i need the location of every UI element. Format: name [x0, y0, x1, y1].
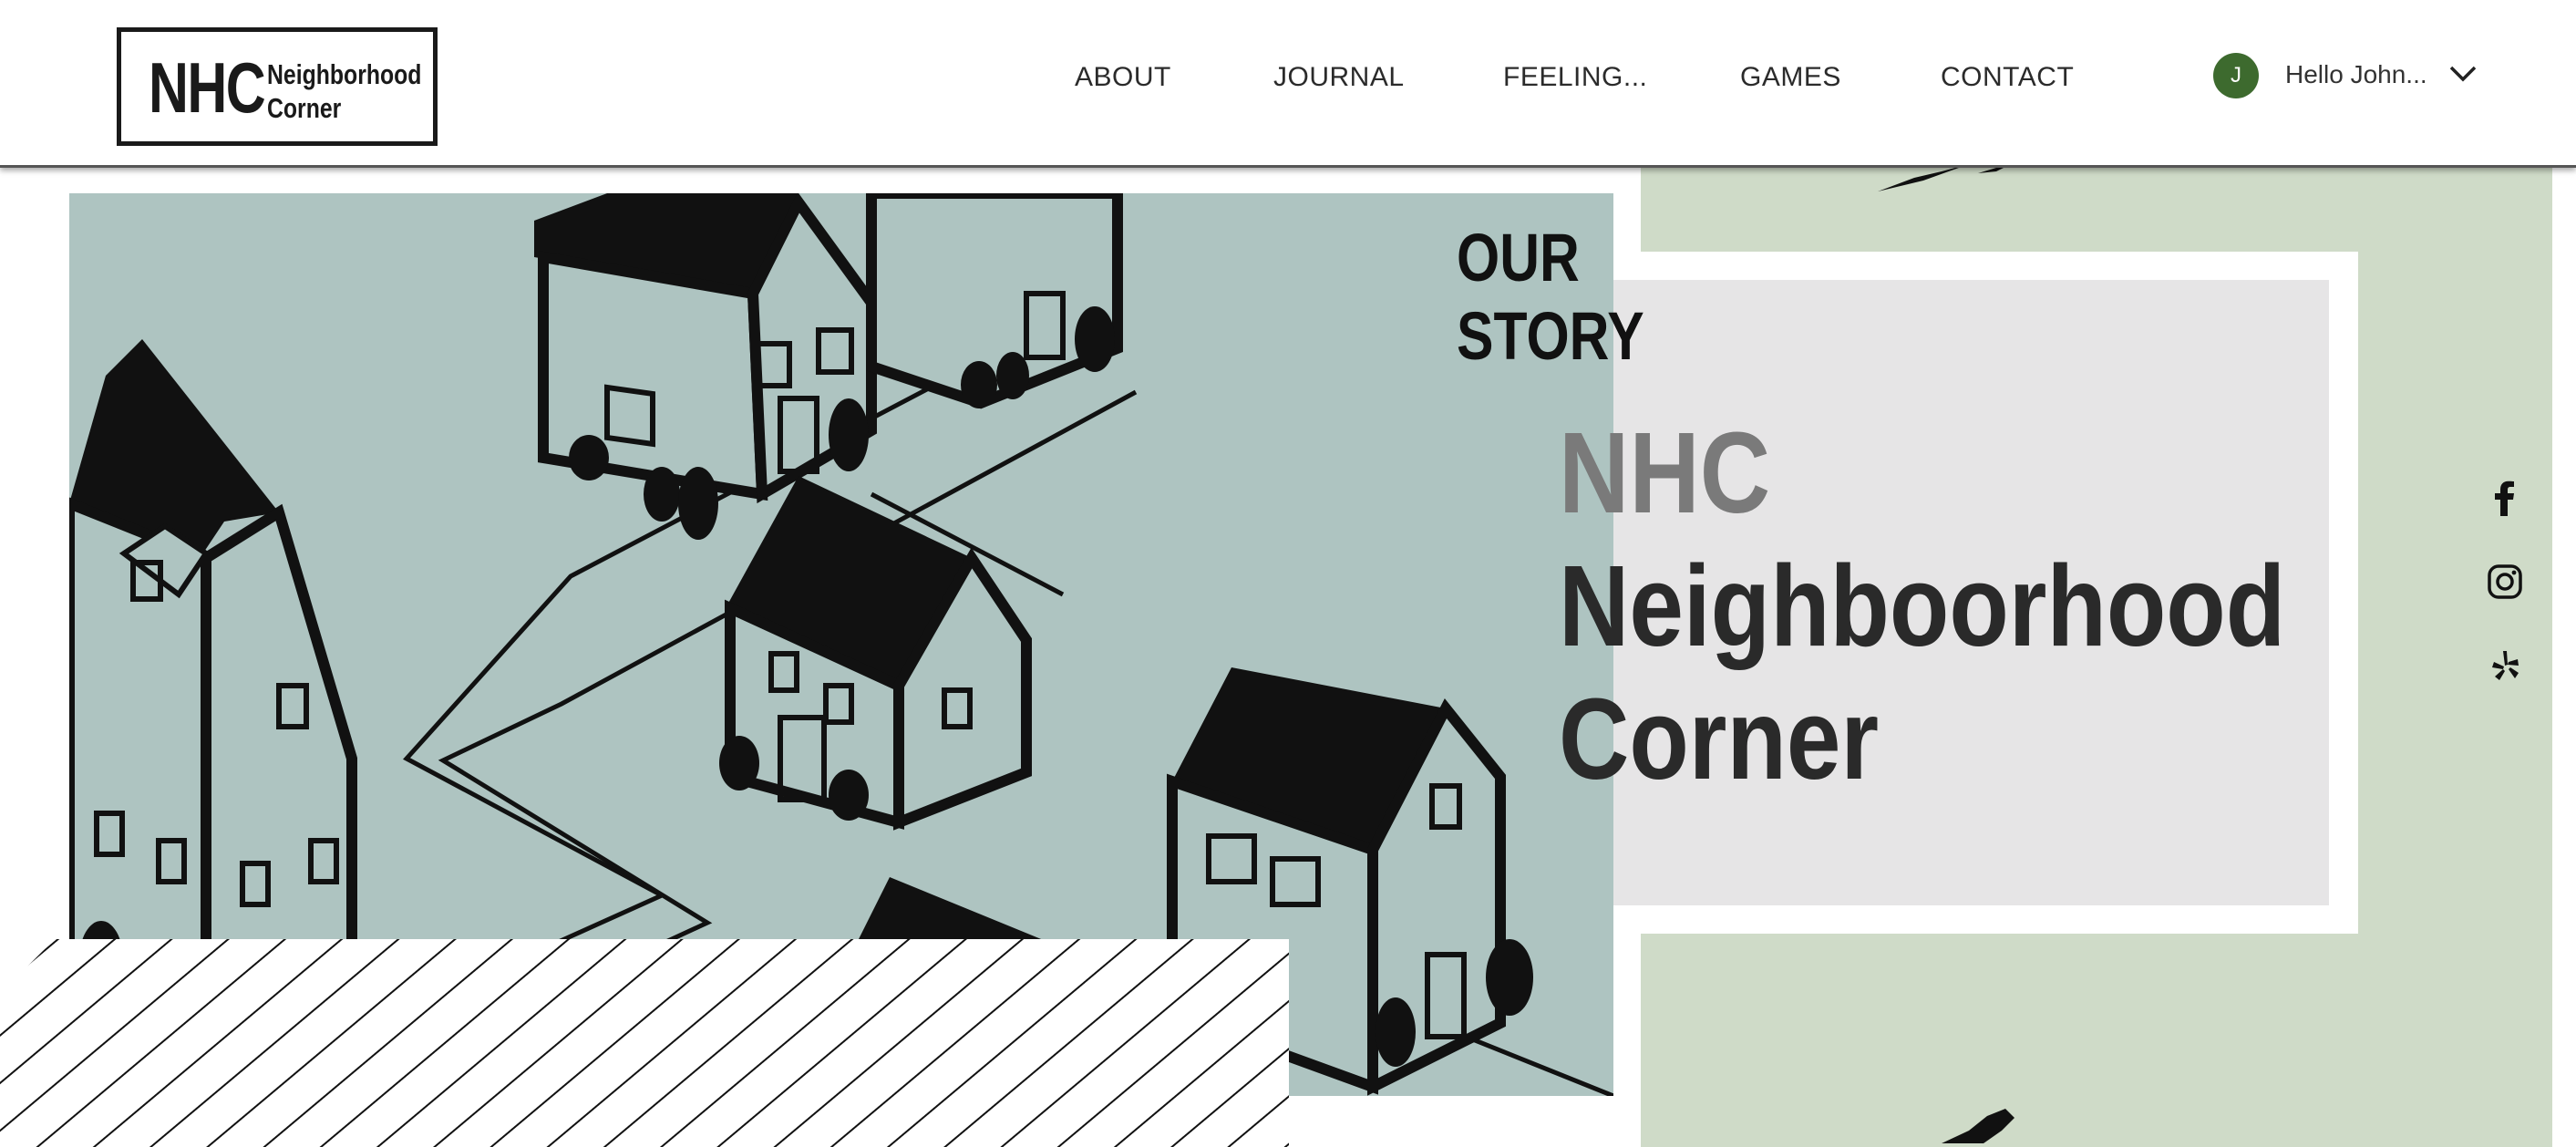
logo-line1: Neighborhood [267, 58, 422, 90]
hero-title-abbr: NHC [1559, 408, 1771, 537]
logo-text: Neighborhood Corner [267, 57, 421, 125]
decorative-brush-marks-bottom [1942, 1109, 2014, 1143]
chevron-down-icon[interactable] [2448, 60, 2478, 86]
instagram-icon[interactable] [2487, 563, 2523, 600]
hatch-pattern [0, 939, 1289, 1147]
nav-feeling[interactable]: FEELING... [1503, 62, 1647, 93]
nav-journal[interactable]: JOURNAL [1273, 62, 1405, 93]
section-label-line2: STORY [1457, 298, 1644, 374]
page: OUR STORY NHC Neighboorhood Corner NHC N… [0, 0, 2576, 1147]
site-logo[interactable]: NHC Neighborhood Corner [117, 27, 438, 146]
site-header: NHC Neighborhood Corner ABOUT JOURNAL FE… [0, 0, 2576, 168]
section-label-line1: OUR [1457, 220, 1580, 295]
logo-line2: Corner [267, 92, 342, 124]
nav-about[interactable]: ABOUT [1075, 62, 1171, 93]
hero-title-line2: Corner [1559, 675, 1880, 803]
user-avatar[interactable]: J [2213, 53, 2259, 98]
nav-contact[interactable]: CONTACT [1941, 62, 2074, 93]
yelp-icon[interactable] [2487, 647, 2523, 684]
facebook-icon[interactable] [2487, 480, 2523, 516]
logo-abbr: NHC [149, 47, 266, 128]
hero-title: NHC Neighboorhood Corner [1559, 407, 2285, 806]
hero-title-line1: Neighboorhood [1559, 542, 2286, 670]
nav-games[interactable]: GAMES [1740, 62, 1841, 93]
section-label: OUR STORY [1457, 219, 1644, 376]
user-greeting[interactable]: Hello John... [2285, 60, 2427, 89]
